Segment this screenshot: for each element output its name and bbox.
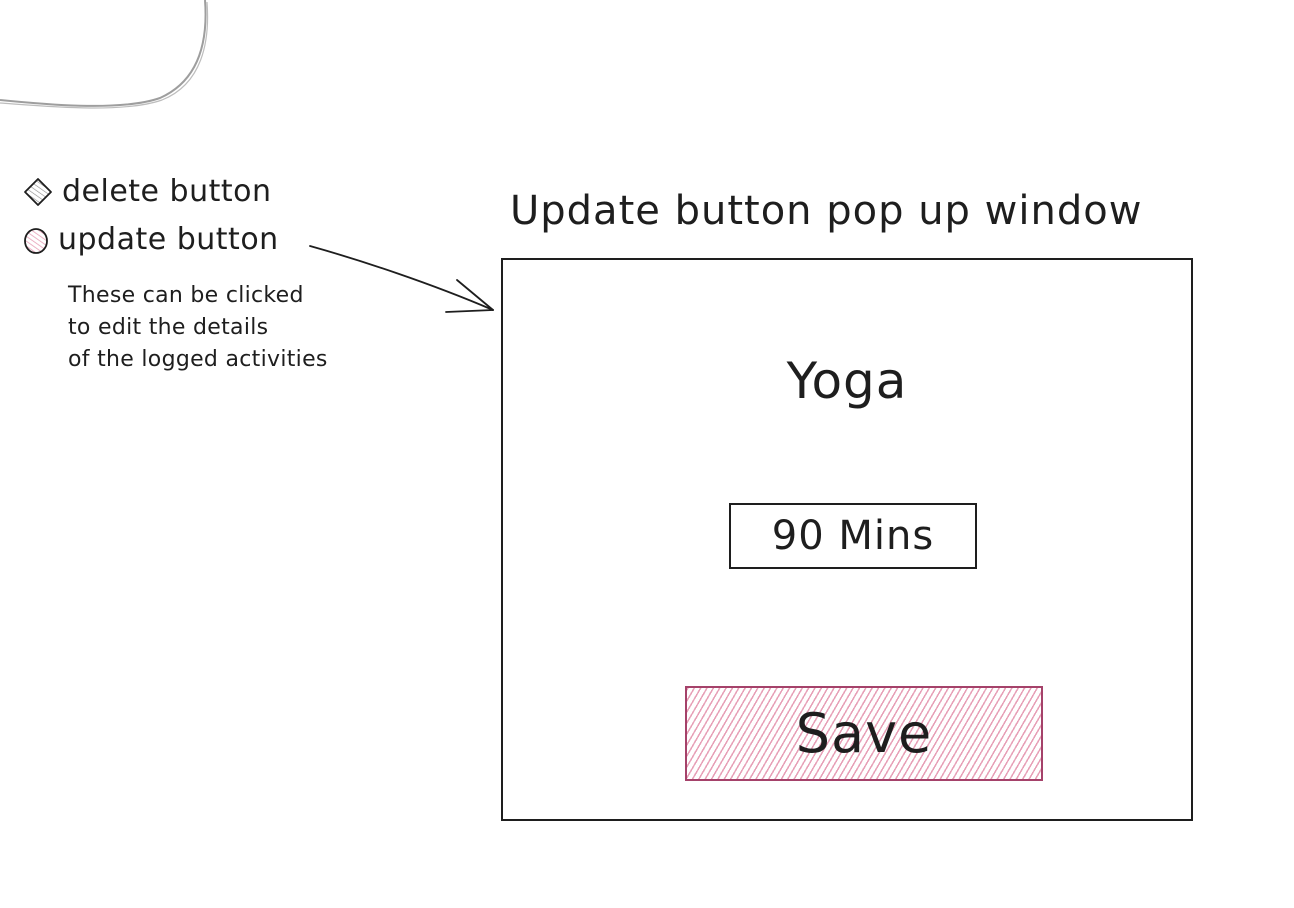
legend-item-delete: delete button (22, 174, 272, 209)
activity-name: Yoga (786, 352, 908, 410)
duration-input[interactable]: 90 Mins (729, 503, 977, 569)
connector-arrow (309, 245, 494, 313)
legend-note: These can be clicked to edit the details… (68, 283, 328, 372)
popup-title: Update button pop up window (510, 188, 1143, 234)
diamond-hatched-icon (24, 177, 52, 206)
update-popup-window: Yoga 90 Mins Save (501, 258, 1193, 821)
save-button[interactable]: Save (685, 686, 1043, 781)
circle-hatched-icon (24, 227, 48, 254)
legend-update-label: update button (58, 222, 279, 257)
background-curve-shape (0, 0, 209, 109)
legend-delete-label: delete button (62, 174, 272, 209)
legend-item-update: update button (22, 222, 279, 257)
